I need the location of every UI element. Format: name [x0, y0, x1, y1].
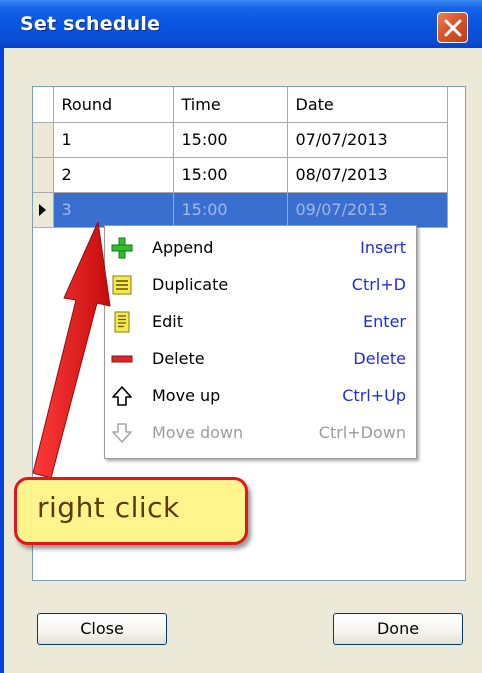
close-button[interactable]: Close — [37, 613, 167, 645]
done-button[interactable]: Done — [333, 613, 463, 645]
annotation-arrow — [32, 221, 111, 479]
annotation-text: right click — [37, 491, 180, 524]
annotation-callout: right click — [14, 477, 248, 545]
dialog-window: Set schedule Round Time Date 1 15:00 07/… — [0, 0, 482, 673]
